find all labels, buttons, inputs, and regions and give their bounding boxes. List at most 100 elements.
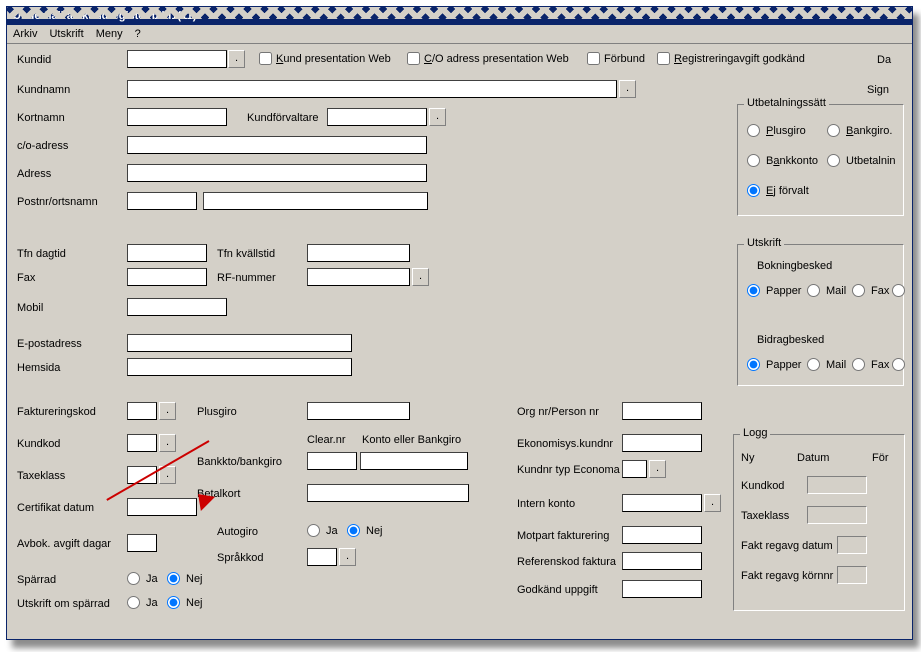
label-utskriftsparrad: Utskrift om spärrad [17,598,110,610]
utbet-plusgiro-radio[interactable] [747,124,760,137]
autogiro-nej-radio[interactable] [347,524,360,537]
sparrad-ja-radio[interactable] [127,572,140,585]
label-tfndag: Tfn dagtid [17,248,66,260]
ekokund-input[interactable] [622,434,702,452]
label-forbund: Förbund [604,53,645,65]
utbet-utbetalnin-radio[interactable] [827,154,840,167]
hemsida-input[interactable] [127,358,352,376]
logg-faktdat-input[interactable] [837,536,867,554]
logg-faktkorn-input[interactable] [837,566,867,584]
avbok-input[interactable] [127,534,157,552]
label-sign: Sign [867,84,889,96]
label-fax: Fax [17,272,35,284]
bidr-extra-radio[interactable] [892,358,905,371]
label-kundnreco: Kundnr typ Economa [517,464,620,476]
faktkod-lookup-button[interactable]: . [159,402,176,420]
kontobg-input[interactable] [360,452,468,470]
bidr-papper-radio[interactable] [747,358,760,371]
logg-kundkod-input[interactable] [807,476,867,494]
label-kundid: Kundid [17,54,51,66]
kundnamn-input[interactable] [127,80,617,98]
label-kundnamn: Kundnamn [17,84,70,96]
menu-help[interactable]: ? [135,28,141,40]
bokn-fax-radio[interactable] [852,284,865,297]
label-adress: Adress [17,168,51,180]
plusgiro-input[interactable] [307,402,410,420]
bokn-papper-radio[interactable] [747,284,760,297]
kundforvaltare-input[interactable] [327,108,427,126]
label-bokning: Bokningbesked [757,260,832,272]
certdatum-input[interactable] [127,498,197,516]
regavg-checkbox[interactable] [657,52,670,65]
coadress-input[interactable] [127,136,427,154]
betalkort-input[interactable] [307,484,469,502]
kundforvaltare-lookup-button[interactable]: . [429,108,446,126]
bokn-mail-label: Mail [826,285,846,297]
label-faktkod: Faktureringskod [17,406,96,418]
label-usparrad-ja: Ja [146,597,158,609]
utbet-ejforvalt-radio[interactable] [747,184,760,197]
postnr-input[interactable] [127,192,197,210]
menu-meny[interactable]: Meny [96,28,123,40]
copresweb-checkbox[interactable] [407,52,420,65]
label-sparrad: Spärrad [17,574,56,586]
kundnreco-input[interactable] [622,460,647,478]
autogiro-ja-radio[interactable] [307,524,320,537]
fax-input[interactable] [127,268,207,286]
label-clearnr: Clear.nr [307,434,346,446]
taxeklass-input[interactable] [127,466,157,484]
godkand-input[interactable] [622,580,702,598]
motpart-input[interactable] [622,526,702,544]
ortsnamn-input[interactable] [203,192,428,210]
rfnummer-input[interactable] [307,268,410,286]
utbet-bankkonto-label: Bankkonto [766,155,818,167]
kundkod-lookup-button[interactable]: . [159,434,176,452]
rfnummer-lookup-button[interactable]: . [412,268,429,286]
logg-taxeklass-label: Taxeklass [741,510,789,522]
sprakkod-input[interactable] [307,548,337,566]
label-da: Da [877,54,891,66]
internkonto-lookup-button[interactable]: . [704,494,721,512]
faktkod-input[interactable] [127,402,157,420]
menu-utskrift[interactable]: Utskrift [49,28,83,40]
label-plusgiro: Plusgiro [197,406,237,418]
kundnamn-lookup-button[interactable]: . [619,80,636,98]
label-ekokund: Ekonomisys.kundnr [517,438,613,450]
bokn-papper-label: Papper [766,285,801,297]
kortnamn-input[interactable] [127,108,227,126]
annotation-arrow-line [106,440,209,501]
label-epost: E-postadress [17,338,82,350]
epost-input[interactable] [127,334,352,352]
usparrad-nej-radio[interactable] [167,596,180,609]
sprakkod-lookup-button[interactable]: . [339,548,356,566]
bidr-mail-radio[interactable] [807,358,820,371]
kundpresweb-checkbox[interactable] [259,52,272,65]
internkonto-input[interactable] [622,494,702,512]
kundnreco-lookup-button[interactable]: . [649,460,666,478]
bokn-fax-label: Fax [871,285,889,297]
adress-input[interactable] [127,164,427,182]
usparrad-ja-radio[interactable] [127,596,140,609]
menu-arkiv[interactable]: Arkiv [13,28,37,40]
clearnr-input[interactable] [307,452,357,470]
bokn-extra-radio[interactable] [892,284,905,297]
forbund-checkbox[interactable] [587,52,600,65]
kundkod-input[interactable] [127,434,157,452]
label-usparrad-nej: Nej [186,597,203,609]
utbet-bankkonto-radio[interactable] [747,154,760,167]
logg-col-for: För [872,452,889,464]
logg-taxeklass-input[interactable] [807,506,867,524]
mobil-input[interactable] [127,298,227,316]
utbet-bankgiro-radio[interactable] [827,124,840,137]
bokn-mail-radio[interactable] [807,284,820,297]
menubar: Arkiv Utskrift Meny ? [7,25,912,44]
kundid-input[interactable] [127,50,227,68]
tfndag-input[interactable] [127,244,207,262]
tfnkvall-input[interactable] [307,244,410,262]
bidr-fax-radio[interactable] [852,358,865,371]
orgnr-input[interactable] [622,402,702,420]
refkod-input[interactable] [622,552,702,570]
sparrad-nej-radio[interactable] [167,572,180,585]
kundid-lookup-button[interactable]: . [228,50,245,68]
group-utbet-title: Utbetalningssätt [744,97,829,109]
